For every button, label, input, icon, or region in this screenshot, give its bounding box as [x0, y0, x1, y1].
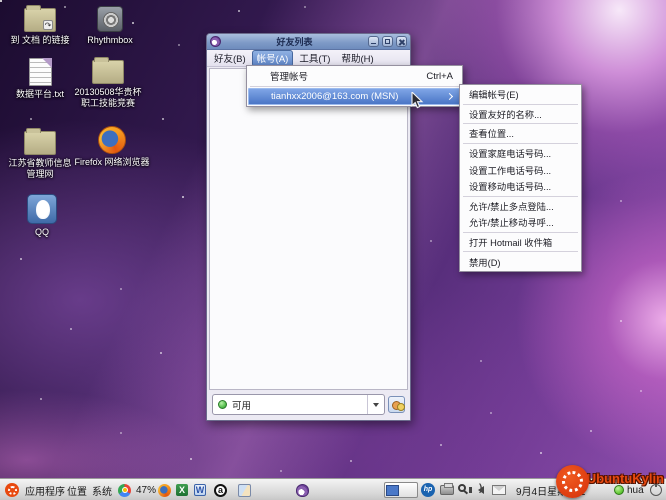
folder-link-icon: ↷ — [24, 8, 56, 32]
minimize-button[interactable] — [368, 36, 379, 47]
submenu-arrow-icon — [446, 93, 453, 100]
menu-help[interactable]: 帮助(H) — [336, 50, 378, 67]
username-label[interactable]: hua — [627, 485, 644, 496]
menu-item-account-tianhxx[interactable]: tianhxx2006@163.com (MSN) — [248, 88, 461, 105]
taskbar: 应用程序 位置 系统 47% X W a hp 9月4日星期三 1 hua — [0, 478, 666, 500]
circled-a-icon[interactable]: a — [214, 484, 227, 497]
maximize-icon — [383, 37, 392, 46]
desktop-icon-label: 江苏省教师信息管理网 — [7, 158, 73, 180]
submenu-item-mobile-phone[interactable]: 设置移动电话号码... — [461, 178, 580, 195]
close-icon — [397, 37, 406, 46]
submenu-item-work-phone[interactable]: 设置工作电话号码... — [461, 161, 580, 178]
desktop-icon-label: Firefox 网络浏览器 — [73, 157, 151, 168]
pidgin-tray-icon[interactable] — [296, 484, 309, 497]
menu-separator — [250, 86, 459, 87]
desktop-icon-rhythmbox[interactable]: Rhythmbox — [70, 6, 150, 46]
mouse-cursor — [411, 92, 425, 115]
firefox-icon — [98, 126, 126, 154]
pidgin-window-icon — [210, 36, 221, 47]
rhythmbox-speaker-icon — [97, 6, 123, 32]
shortcut-label: Ctrl+A — [426, 71, 453, 82]
close-button[interactable] — [396, 36, 407, 47]
screenshot-search-icon[interactable] — [458, 484, 466, 492]
minimize-icon — [369, 37, 378, 46]
clock-date[interactable]: 9月4日星期三 1 — [516, 483, 585, 498]
status-selector[interactable]: 可用 — [212, 394, 385, 415]
menu-buddies[interactable]: 好友(B) — [209, 50, 251, 67]
volume-icon[interactable] — [478, 486, 484, 494]
user-status-icon — [614, 485, 624, 495]
hp-tray-icon[interactable]: hp — [421, 483, 435, 497]
submenu-item-view-location[interactable]: 查看位置... — [461, 125, 580, 142]
available-status-icon — [218, 400, 227, 409]
window-statusbar: 可用 — [209, 391, 408, 418]
menu-separator — [463, 104, 578, 105]
qq-icon — [27, 194, 57, 224]
window-title: 好友列表 — [224, 35, 365, 48]
desktop-icon-qq[interactable]: QQ — [2, 194, 82, 238]
desktop-icon-competition-folder[interactable]: 20130508华贵杯职工技能竞赛 — [68, 60, 148, 109]
desktop-icon-label: 数据平台.txt — [16, 89, 64, 100]
buddy-list-area[interactable] — [209, 68, 408, 390]
submenu-item-edit-account[interactable]: 编辑帐号(E) — [461, 86, 580, 103]
submenu-item-disable[interactable]: 禁用(D) — [461, 253, 580, 270]
wallpaper-stars — [0, 0, 2, 2]
taskbar-window-button[interactable] — [384, 482, 418, 498]
system-menu[interactable]: 系统 — [92, 483, 112, 498]
menu-accounts[interactable]: 帐号(A) — [252, 50, 294, 67]
menu-tools[interactable]: 工具(T) — [294, 50, 335, 67]
applications-menu[interactable]: 应用程序 — [25, 483, 65, 498]
desktop-icon-label: Rhythmbox — [87, 35, 133, 46]
desktop-icon-label: QQ — [35, 227, 49, 238]
chevron-down-icon — [373, 403, 379, 407]
folder-icon — [24, 131, 56, 155]
maximize-button[interactable] — [382, 36, 393, 47]
mail-icon[interactable] — [492, 485, 506, 495]
battery-percent: 47% — [136, 485, 156, 496]
printer-icon[interactable] — [440, 485, 454, 495]
menu-separator — [463, 123, 578, 124]
window-titlebar[interactable]: 好友列表 — [207, 34, 410, 50]
submenu-item-friendly-name[interactable]: 设置友好的名称... — [461, 106, 580, 123]
firefox-launcher-icon[interactable] — [158, 484, 171, 497]
account-submenu: 编辑帐号(E) 设置友好的名称... 查看位置... 设置家庭电话号码... 设… — [459, 84, 582, 272]
menu-separator — [463, 196, 578, 197]
submenu-item-multi-login[interactable]: 允许/禁止多点登陆... — [461, 198, 580, 215]
menu-separator — [463, 143, 578, 144]
desktop-icon-label: 到 文档 的链接 — [10, 35, 69, 46]
power-icon[interactable] — [650, 484, 662, 496]
places-menu[interactable]: 位置 — [67, 483, 87, 498]
folder-icon — [92, 60, 124, 84]
excel-icon[interactable]: X — [176, 484, 188, 496]
submenu-item-hotmail-inbox[interactable]: 打开 Hotmail 收件箱 — [461, 234, 580, 251]
desktop-icon-jiangsu-teacher-site[interactable]: 江苏省教师信息管理网 — [0, 131, 80, 180]
ubuntu-menu-icon[interactable] — [5, 483, 19, 497]
desktop-icon-label: 20130508华贵杯职工技能竞赛 — [71, 87, 145, 109]
menu-separator — [463, 251, 578, 252]
desktop-icon-firefox[interactable]: Firefox 网络浏览器 — [72, 126, 152, 168]
status-selector-value: 可用 — [232, 398, 251, 412]
text-file-icon — [29, 58, 52, 86]
submenu-item-home-phone[interactable]: 设置家庭电话号码... — [461, 145, 580, 162]
status-dropdown-arrow[interactable] — [367, 395, 384, 414]
image-viewer-icon[interactable] — [238, 484, 251, 497]
menu-item-manage-accounts[interactable]: 管理帐号 Ctrl+A — [248, 67, 461, 85]
submenu-item-mobile-paging[interactable]: 允许/禁止移动寻呼... — [461, 214, 580, 231]
accounts-dropdown-menu: 管理帐号 Ctrl+A tianhxx2006@163.com (MSN) — [246, 65, 463, 107]
chrome-icon[interactable] — [118, 484, 131, 497]
word-icon[interactable]: W — [194, 484, 206, 496]
desktop-icon-documents-link[interactable]: ↷ 到 文档 的链接 — [0, 8, 80, 46]
buddy-icon-button[interactable] — [388, 396, 405, 413]
menu-separator — [463, 232, 578, 233]
